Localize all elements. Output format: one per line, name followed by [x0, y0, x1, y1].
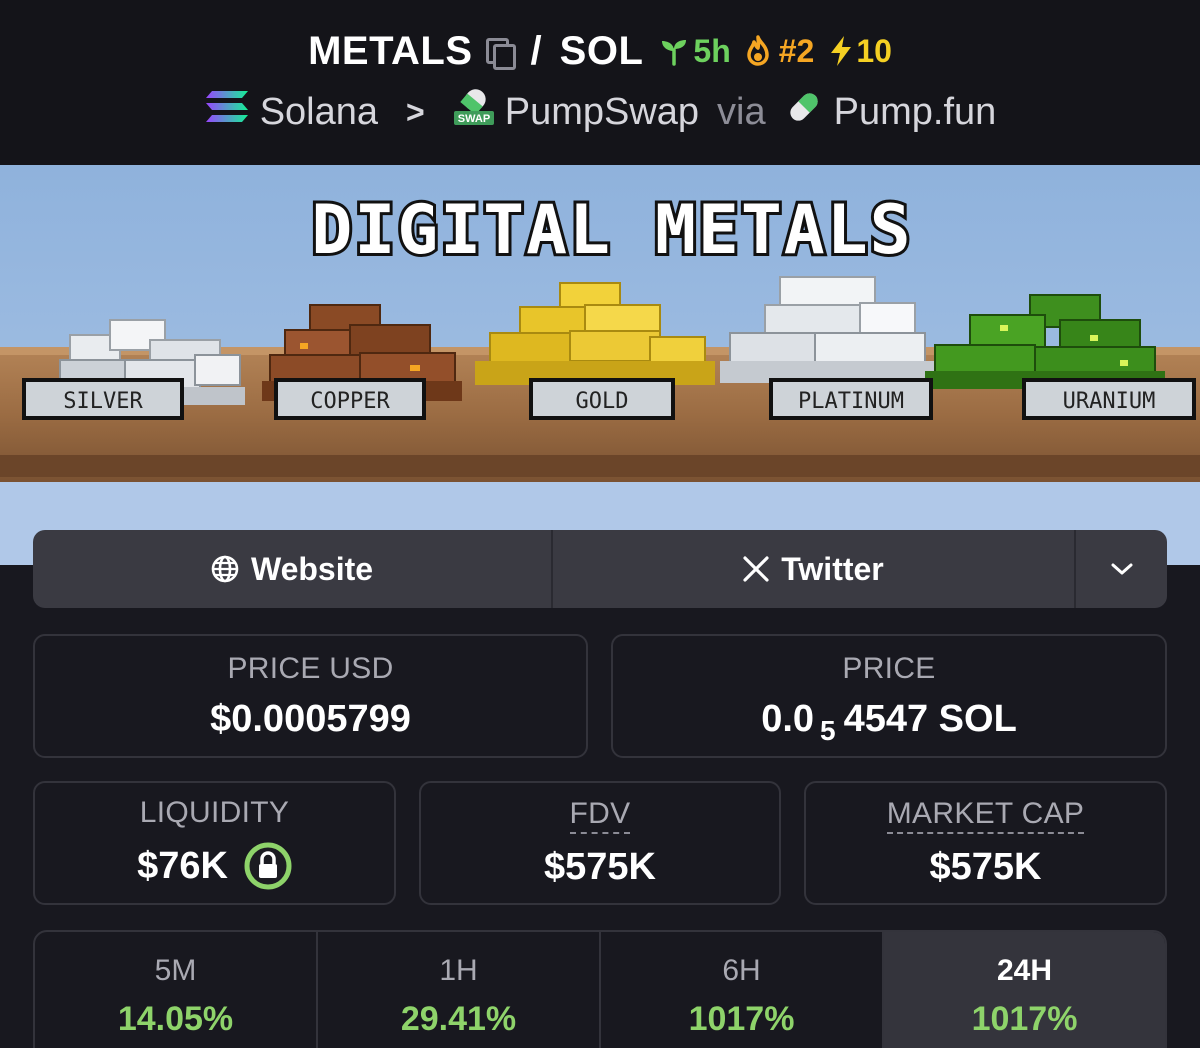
social-links-bar: Website Twitter: [33, 530, 1167, 608]
uranium-label: URANIUM: [1063, 389, 1156, 414]
copper-label-plate: COPPER: [274, 378, 426, 420]
launchpad-name[interactable]: Pump.fun: [834, 91, 997, 134]
price-change-timeframes: 5M 14.05% 1H 29.41% 6H 1017% 24H 1017%: [33, 930, 1167, 1048]
timeframe-label: 5M: [154, 954, 197, 987]
pair-age-badge: 5h: [659, 32, 731, 70]
timeframe-label: 24H: [996, 954, 1053, 987]
timeframe-change: 29.41%: [400, 1000, 517, 1038]
boost-badge[interactable]: 10: [828, 33, 892, 70]
pair-title-row: METALS / SOL 5h #2 10: [0, 24, 1200, 78]
silver-label-plate: SILVER: [22, 378, 184, 420]
price-native-zero-count: 5: [820, 715, 836, 746]
platinum-label-plate: PLATINUM: [769, 378, 933, 420]
fdv-value: $575K: [544, 846, 656, 888]
pill-icon: [784, 87, 824, 137]
quote-symbol: SOL: [559, 28, 644, 73]
more-links-button[interactable]: [1076, 530, 1167, 608]
trending-rank: #2: [778, 32, 815, 69]
price-native-prefix: 0.0: [761, 697, 815, 740]
timeframe-label: 1H: [439, 954, 478, 987]
website-label: Website: [250, 550, 374, 587]
liquidity-label: LIQUIDITY: [139, 796, 290, 829]
chain-name[interactable]: Solana: [260, 91, 378, 134]
gold-label-plate: GOLD: [529, 378, 675, 420]
liquidity-card: LIQUIDITY $76K: [33, 781, 396, 905]
timeframe-24h[interactable]: 24H 1017%: [884, 932, 1165, 1048]
price-native-card: PRICE 0.0 5 4547 SOL: [611, 634, 1167, 758]
seedling-icon: [662, 40, 687, 66]
timeframe-6h[interactable]: 6H 1017%: [601, 932, 884, 1048]
fdv-label[interactable]: FDV: [569, 797, 631, 834]
twitter-button[interactable]: Twitter: [553, 530, 1076, 608]
liquidity-row: $76K: [137, 842, 292, 890]
solana-icon: [204, 89, 250, 135]
flame-icon: [746, 35, 769, 66]
uranium-label-plate: URANIUM: [1022, 378, 1196, 420]
pair-age: 5h: [693, 32, 731, 69]
token-banner-image: DIGITAL METALS SILVER COPPER GOLD PLATIN…: [0, 165, 1200, 565]
silver-label: SILVER: [63, 389, 143, 414]
chevron-down-icon: [1111, 563, 1132, 575]
fdv-card: FDV $575K: [419, 781, 781, 905]
chevron-right-icon: >: [406, 93, 425, 130]
globe-icon: [211, 555, 239, 583]
svg-text:SWAP: SWAP: [458, 113, 490, 125]
x-logo-icon: [743, 556, 769, 582]
copper-label: COPPER: [310, 389, 390, 414]
timeframe-change: 1017%: [971, 1000, 1078, 1038]
price-usd-card: PRICE USD $0.0005799: [33, 634, 588, 758]
chain-breadcrumb: Solana > SWAP PumpSwap via Pump.fun: [0, 84, 1200, 140]
lightning-icon: [831, 36, 852, 66]
pair-separator: /: [530, 28, 542, 73]
price-native-label: PRICE: [842, 651, 936, 685]
timeframe-change: 1017%: [688, 1000, 795, 1038]
timeframe-change: 14.05%: [117, 1000, 234, 1038]
market-cap-card: MARKET CAP $575K: [804, 781, 1167, 905]
price-usd-value: $0.0005799: [210, 697, 411, 740]
boost-count: 10: [856, 32, 892, 69]
lock-icon[interactable]: [244, 842, 292, 890]
liquidity-value: $76K: [137, 844, 228, 887]
timeframe-1h[interactable]: 1H 29.41%: [318, 932, 601, 1048]
platinum-label: PLATINUM: [798, 389, 904, 414]
pumpswap-icon: SWAP: [453, 87, 495, 137]
base-symbol: METALS: [308, 28, 473, 73]
market-cap-value: $575K: [929, 846, 1042, 888]
timeframe-label: 6H: [722, 954, 761, 987]
dex-name[interactable]: PumpSwap: [505, 91, 699, 134]
website-button[interactable]: Website: [33, 530, 553, 608]
trending-rank-badge[interactable]: #2: [743, 32, 815, 70]
banner-title: DIGITAL METALS: [311, 191, 912, 270]
pair-header: METALS / SOL 5h #2 10 Solana > SWAP Pump…: [0, 0, 1200, 165]
market-cap-label[interactable]: MARKET CAP: [886, 797, 1085, 834]
price-native-value: 0.0 5 4547 SOL: [761, 697, 1017, 747]
price-usd-label: PRICE USD: [227, 651, 394, 685]
copy-icon[interactable]: [483, 36, 516, 70]
via-label: via: [717, 90, 766, 133]
gold-label: GOLD: [576, 389, 629, 414]
timeframe-5m[interactable]: 5M 14.05%: [35, 932, 318, 1048]
price-native-digits: 4547 SOL: [843, 697, 1017, 740]
twitter-label: Twitter: [781, 550, 884, 587]
